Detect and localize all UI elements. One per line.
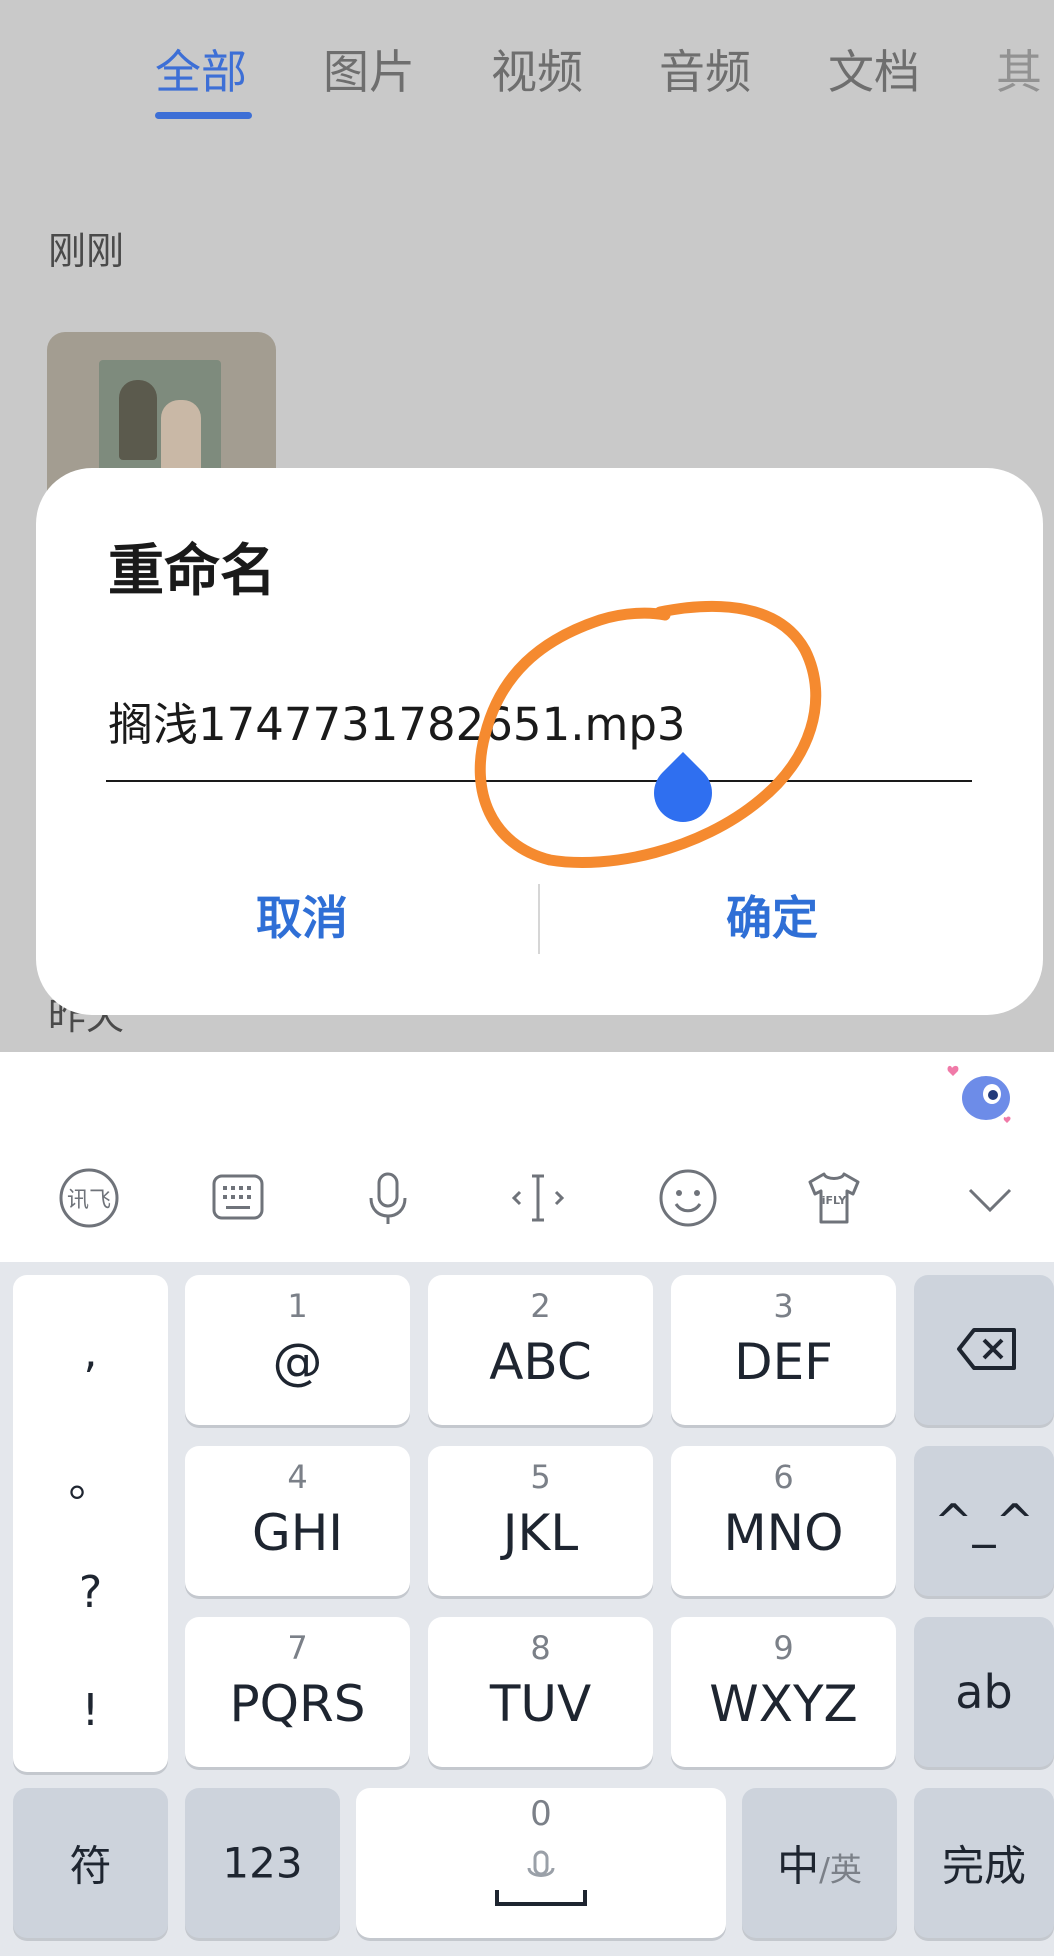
key-7[interactable]: 7 PQRS xyxy=(185,1617,410,1767)
tab-audio[interactable]: 音频 xyxy=(659,36,751,102)
button-divider xyxy=(538,884,540,954)
punct-exclaim-key[interactable]: ! xyxy=(13,1685,168,1736)
tab-other[interactable]: 其 xyxy=(996,36,1042,102)
punctuation-column: , 。 ? ! xyxy=(13,1275,168,1772)
space-key[interactable]: 0 xyxy=(356,1788,726,1938)
key-1[interactable]: 1 @ xyxy=(185,1275,410,1425)
space-mic-icon xyxy=(495,1850,587,1906)
input-underline xyxy=(106,780,972,782)
punct-comma-key[interactable]: , xyxy=(13,1327,168,1378)
language-toggle-key[interactable]: 中/英 xyxy=(742,1788,897,1938)
key-9[interactable]: 9 WXYZ xyxy=(671,1617,896,1767)
backspace-icon xyxy=(957,1328,1016,1370)
tshirt-skin-icon[interactable]: iFLY xyxy=(802,1166,866,1230)
key-4[interactable]: 4 GHI xyxy=(185,1446,410,1596)
active-tab-indicator xyxy=(155,112,252,119)
tab-documents[interactable]: 文档 xyxy=(828,36,920,102)
backspace-key[interactable] xyxy=(914,1275,1054,1425)
tab-all[interactable]: 全部 xyxy=(155,36,247,102)
rename-dialog: 重命名 取消 确定 xyxy=(36,468,1043,1015)
punct-period-key[interactable]: 。 xyxy=(13,1445,168,1509)
chevron-down-icon[interactable] xyxy=(958,1166,1022,1230)
keyboard-icon[interactable] xyxy=(206,1166,270,1230)
microphone-icon[interactable] xyxy=(356,1166,420,1230)
numbers-key[interactable]: 123 xyxy=(185,1788,340,1938)
ab-key[interactable]: ab xyxy=(914,1617,1054,1767)
done-key[interactable]: 完成 xyxy=(914,1788,1054,1938)
key-5[interactable]: 5 JKL xyxy=(428,1446,653,1596)
key-8[interactable]: 8 TUV xyxy=(428,1617,653,1767)
dialog-title: 重命名 xyxy=(108,539,276,604)
key-6[interactable]: 6 MNO xyxy=(671,1446,896,1596)
confirm-button[interactable]: 确定 xyxy=(622,878,922,958)
text-cursor-handle[interactable] xyxy=(641,751,725,835)
symbols-key[interactable]: 符 xyxy=(13,1788,168,1938)
cursor-icon[interactable] xyxy=(506,1166,570,1230)
svg-text:iFLY: iFLY xyxy=(822,1194,848,1207)
filename-input[interactable] xyxy=(106,690,972,750)
svg-text:讯飞: 讯飞 xyxy=(67,1188,111,1213)
cancel-button[interactable]: 取消 xyxy=(152,878,452,958)
tab-images[interactable]: 图片 xyxy=(323,36,415,102)
punct-question-key[interactable]: ? xyxy=(13,1567,168,1618)
ifly-logo-icon[interactable]: 讯飞 xyxy=(57,1166,121,1230)
keyboard-toolbar xyxy=(0,1052,1054,1262)
ifly-mascot-icon[interactable] xyxy=(944,1060,1014,1130)
emoticon-key[interactable]: ^_^ xyxy=(914,1446,1054,1596)
key-2[interactable]: 2 ABC xyxy=(428,1275,653,1425)
section-just-now: 刚刚 xyxy=(48,229,125,273)
emoji-icon[interactable] xyxy=(656,1166,720,1230)
key-3[interactable]: 3 DEF xyxy=(671,1275,896,1425)
tab-videos[interactable]: 视频 xyxy=(491,36,583,102)
